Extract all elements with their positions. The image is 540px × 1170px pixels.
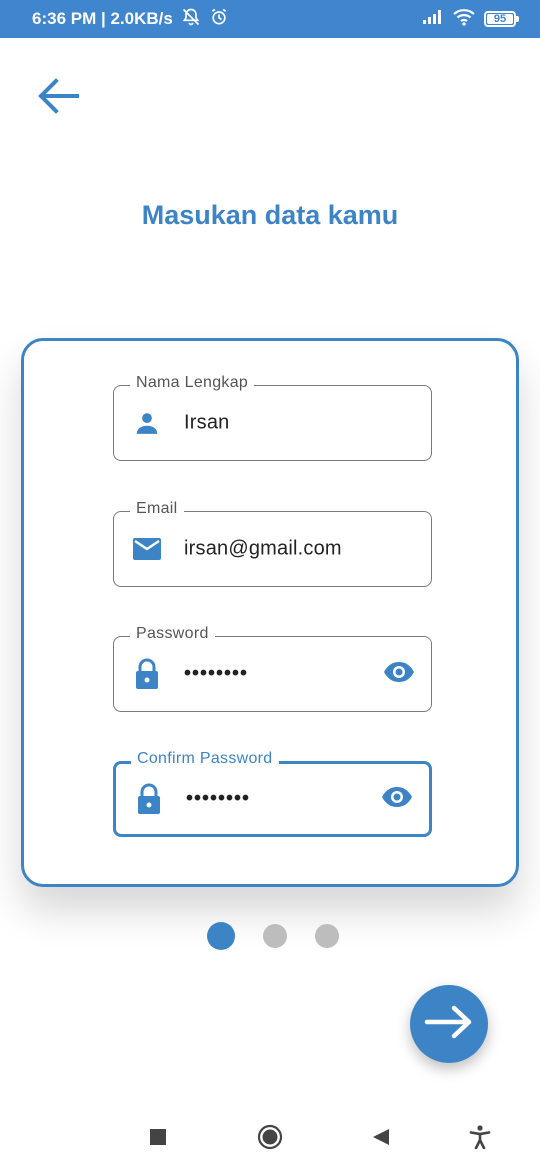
- full-name-field[interactable]: Nama Lengkap Irsan: [113, 374, 432, 461]
- status-bar: 6:36 PM | 2.0KB/s 95: [0, 0, 540, 38]
- page-dot-3[interactable]: [315, 924, 339, 948]
- system-nav-bar: [0, 1105, 540, 1170]
- signal-icon: [422, 9, 444, 30]
- email-field[interactable]: Email irsan@gmail.com: [113, 500, 432, 587]
- eye-icon: [383, 661, 415, 688]
- password-visibility-toggle[interactable]: [381, 656, 417, 692]
- page-dot-1[interactable]: [207, 922, 235, 950]
- arrow-left-icon: [36, 76, 80, 121]
- form-card: Nama Lengkap Irsan Email irsan@gmail.com…: [21, 338, 519, 887]
- confirm-password-label: Confirm Password: [131, 750, 279, 768]
- alarm-off-icon: [181, 7, 201, 32]
- back-nav-button[interactable]: [367, 1125, 395, 1153]
- eye-icon: [381, 786, 413, 813]
- recents-button[interactable]: [144, 1125, 172, 1153]
- page-indicator: [0, 922, 540, 950]
- confirm-password-value: ••••••••: [186, 787, 251, 810]
- full-name-label: Nama Lengkap: [130, 374, 255, 392]
- arrow-right-icon: [423, 1002, 475, 1047]
- status-time-speed: 6:36 PM | 2.0KB/s: [32, 9, 173, 28]
- password-field[interactable]: Password ••••••••: [113, 625, 432, 712]
- recents-square-icon: [149, 1128, 167, 1151]
- battery-icon: 95: [484, 11, 519, 27]
- page-title: Masukan data kamu: [141, 200, 399, 230]
- wifi-icon: [452, 8, 476, 31]
- lock-icon: [134, 783, 164, 814]
- home-circle-icon: [257, 1124, 283, 1155]
- password-label: Password: [130, 625, 215, 643]
- accessibility-button[interactable]: [466, 1124, 494, 1154]
- page-dot-2[interactable]: [263, 924, 287, 948]
- person-icon: [132, 408, 162, 438]
- email-value: irsan@gmail.com: [184, 537, 342, 560]
- back-button[interactable]: [34, 74, 82, 122]
- mail-icon: [132, 534, 162, 564]
- full-name-value: Irsan: [184, 411, 230, 434]
- confirm-password-field[interactable]: Confirm Password ••••••••: [113, 750, 432, 837]
- home-button[interactable]: [256, 1124, 284, 1155]
- status-right: 95: [422, 0, 519, 38]
- battery-level: 95: [493, 13, 507, 25]
- confirm-password-visibility-toggle[interactable]: [379, 781, 415, 817]
- alarm-clock-icon: [209, 7, 229, 32]
- back-triangle-icon: [371, 1127, 391, 1152]
- email-label: Email: [130, 500, 184, 518]
- status-left: 6:36 PM | 2.0KB/s: [32, 0, 229, 38]
- password-value: ••••••••: [184, 662, 249, 685]
- lock-icon: [132, 658, 162, 689]
- next-button[interactable]: [410, 985, 488, 1063]
- accessibility-icon: [469, 1124, 491, 1154]
